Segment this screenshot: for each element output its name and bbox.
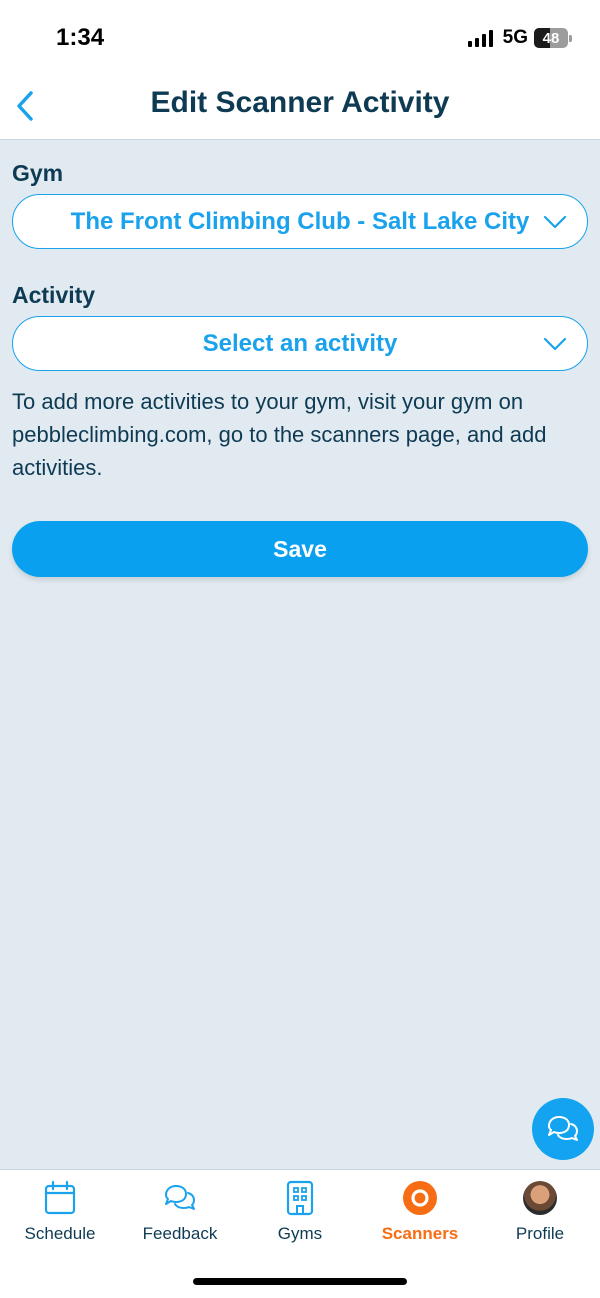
tab-schedule[interactable]: Schedule [0, 1178, 120, 1244]
gym-label: Gym [12, 160, 64, 186]
building-icon [286, 1180, 314, 1216]
home-indicator [193, 1278, 407, 1285]
network-type: 5G [502, 27, 528, 48]
chat-bubbles-icon [165, 1185, 195, 1210]
chevron-down-icon [543, 215, 567, 228]
chat-bubbles-icon [548, 1116, 578, 1141]
tab-feedback[interactable]: Feedback [120, 1178, 240, 1244]
calendar-icon [44, 1181, 76, 1215]
tab-label: Feedback [142, 1224, 218, 1243]
scanner-icon [403, 1181, 437, 1215]
tab-gyms[interactable]: Gyms [240, 1178, 360, 1244]
gym-select-value: The Front Climbing Club - Salt Lake City [70, 207, 530, 235]
top-header-area: 1:34 5G 48 Edit Scanner Activity [0, 0, 600, 140]
chevron-down-icon [543, 337, 567, 350]
activity-label: Activity [12, 282, 96, 308]
activity-select[interactable]: Select an activity [12, 316, 588, 371]
help-text: To add more activities to your gym, visi… [12, 389, 547, 480]
activity-select-value: Select an activity [202, 329, 398, 357]
status-indicators: 5G 48 [467, 27, 572, 49]
gym-select[interactable]: The Front Climbing Club - Salt Lake City [12, 194, 588, 249]
tab-label: Schedule [24, 1224, 96, 1243]
tab-profile[interactable]: Profile [480, 1178, 600, 1244]
tab-label: Profile [515, 1224, 565, 1243]
page-title: Edit Scanner Activity [150, 86, 450, 119]
chat-button[interactable] [532, 1098, 594, 1160]
save-button[interactable]: Save [12, 521, 588, 577]
battery-level: 48 [542, 29, 560, 47]
tab-scanners[interactable]: Scanners [360, 1178, 480, 1244]
avatar [523, 1181, 557, 1215]
status-time: 1:34 [56, 24, 105, 51]
tab-label: Scanners [381, 1224, 459, 1243]
tab-label: Gyms [277, 1224, 323, 1243]
signal-icon [467, 29, 493, 47]
battery-icon: 48 [534, 28, 572, 48]
